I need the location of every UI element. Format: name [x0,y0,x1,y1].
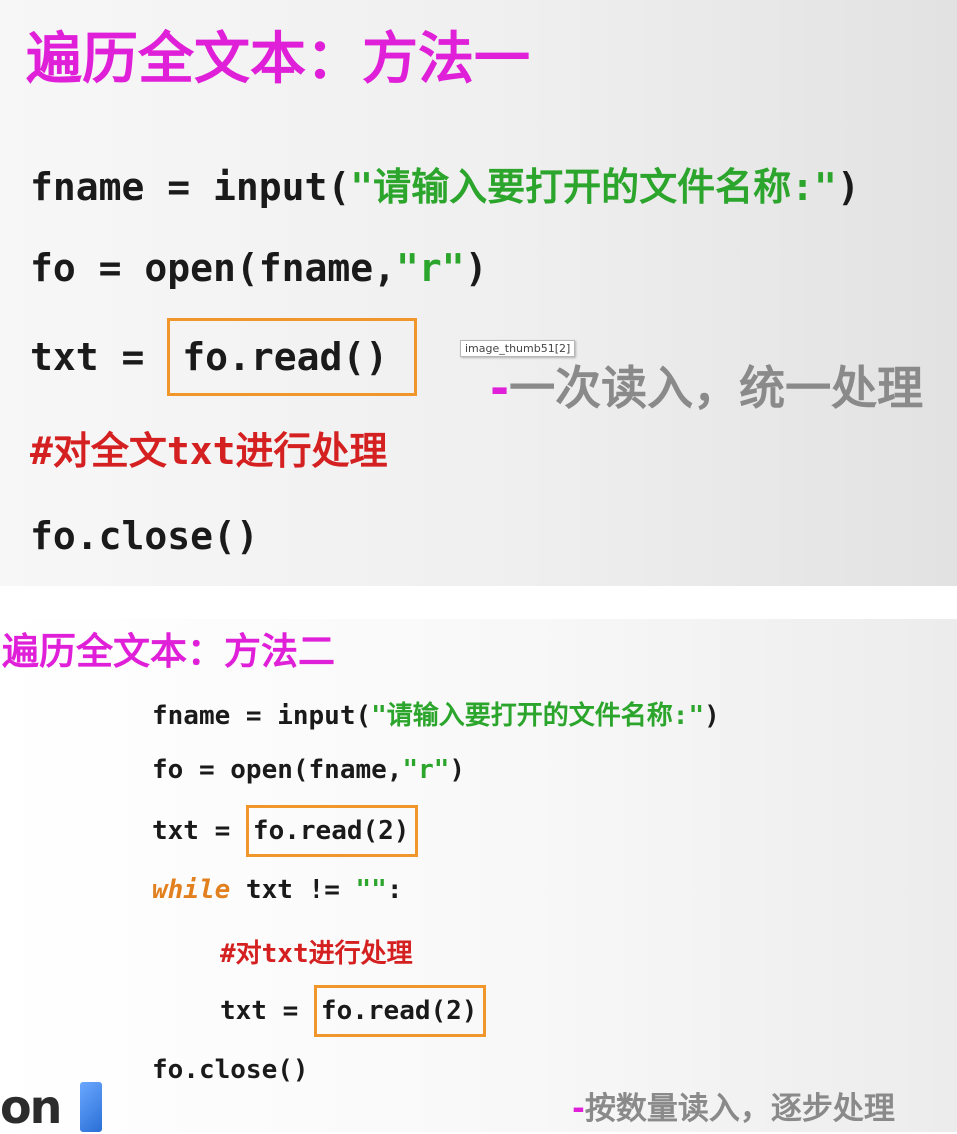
code-string: "" [355,875,387,905]
code-line-read: txt = fo.read(2) [152,805,419,857]
code-string: "请输入要打开的文件名称:" [371,701,705,731]
slide1-note: -一次读入，统一处理 [490,361,924,415]
code-line-read: txt = fo.read() [30,318,418,396]
code-string: "r" [396,246,465,290]
slide1-title: 遍历全文本：方法一 [26,27,530,92]
code-line-fname: fname = input("请输入要打开的文件名称:") [30,165,860,209]
keyword-while: while [152,875,231,905]
slide2-note: -按数量读入，逐步处理 [572,1091,895,1127]
highlight-box: fo.read(2) [313,985,487,1037]
logo-icon [80,1082,102,1132]
image-tooltip: image_thumb51[2] [460,340,576,357]
code-string: "r" [402,755,450,785]
code-comment: #对txt进行处理 [220,939,413,969]
highlight-box: fo.read(2) [245,805,419,857]
code-comment: #对全文txt进行处理 [30,429,388,473]
code-line-read-loop: txt = fo.read(2) [220,985,487,1037]
code-line-open: fo = open(fname,"r") [152,755,466,785]
code-line-fname: fname = input("请输入要打开的文件名称:") [152,701,720,731]
slide2-title: 遍历全文本：方法二 [2,630,335,673]
code-line-close: fo.close() [152,1055,309,1085]
slide-method-one: 遍历全文本：方法一 fname = input("请输入要打开的文件名称:") … [0,0,957,586]
slide-method-two: 遍历全文本：方法二 fname = input("请输入要打开的文件名称:") … [0,619,957,1132]
code-line-open: fo = open(fname,"r") [30,246,488,290]
code-line-while: while txt != "": [152,875,403,905]
code-string: "请输入要打开的文件名称:" [350,165,837,209]
highlight-box: fo.read() [167,318,418,396]
code-line-close: fo.close() [30,514,259,558]
logo-text: on [0,1080,62,1134]
